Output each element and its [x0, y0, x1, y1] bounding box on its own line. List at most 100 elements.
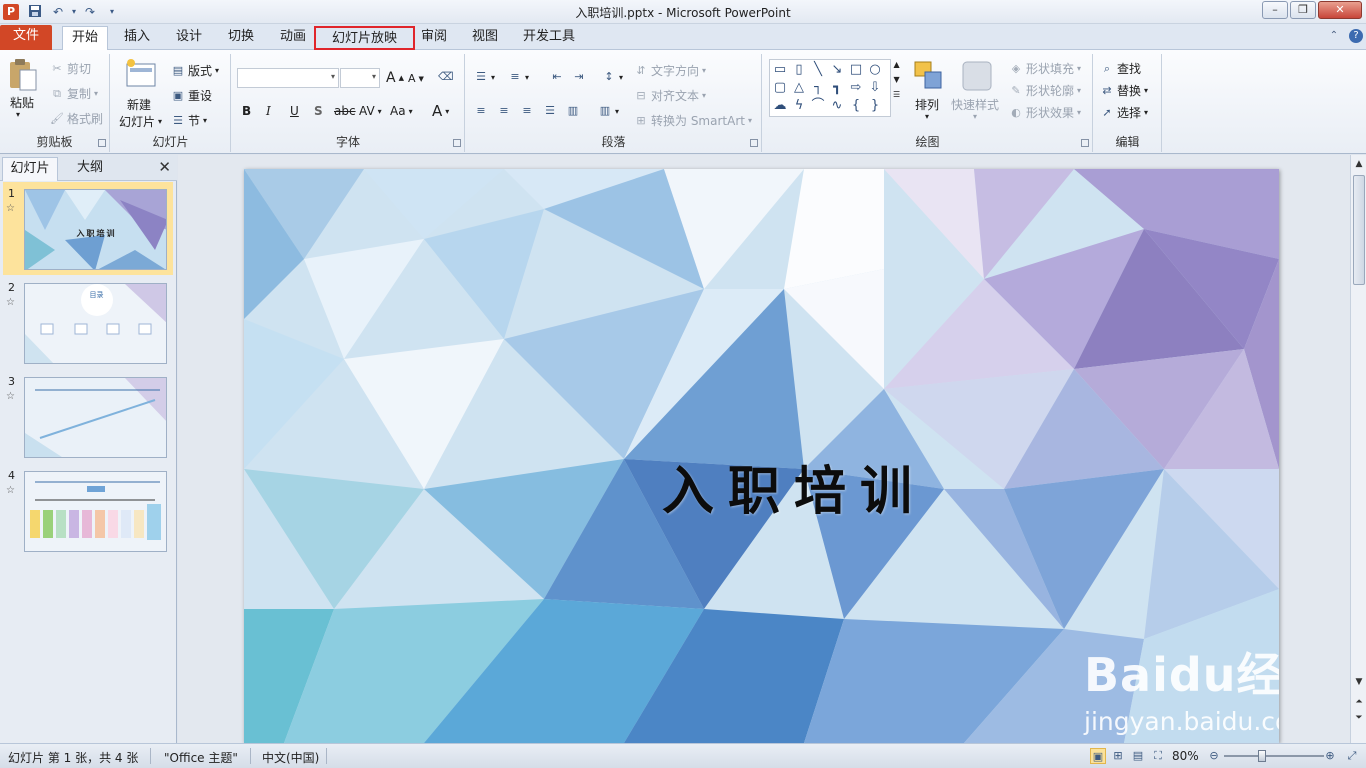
increase-indent-icon[interactable]: ⇥ — [572, 70, 586, 84]
layout-button[interactable]: ▤ 版式 ▾ — [171, 62, 219, 79]
quick-styles-icon[interactable] — [961, 60, 993, 92]
bold-button[interactable]: B — [242, 104, 251, 118]
tab-slideshow[interactable]: 幻灯片放映 — [314, 26, 415, 50]
bullets-button[interactable]: ☰ ▾ — [474, 70, 495, 84]
slide-canvas[interactable]: 入职培训 Baidu经验 jingyan.baidu.com — [244, 169, 1279, 743]
numbering-button[interactable]: ≡ ▾ — [508, 70, 529, 84]
close-pane-icon[interactable]: ✕ — [158, 158, 171, 176]
shape-outline-button[interactable]: ✎ 形状轮廓 ▾ — [1009, 82, 1081, 99]
oval-shape-icon[interactable]: ○ — [867, 62, 883, 78]
change-case-button[interactable]: Aa ▾ — [390, 104, 413, 118]
underline-button[interactable]: U — [290, 104, 299, 118]
arrow-line-shape-icon[interactable]: ↘ — [829, 62, 845, 78]
next-slide-icon[interactable]: ⏷ — [1352, 711, 1366, 725]
close-button[interactable]: ✕ — [1318, 1, 1362, 19]
paste-dropdown-icon[interactable]: ▾ — [16, 110, 20, 119]
scroll-thumb[interactable] — [1353, 175, 1365, 285]
slide-thumbnail-4[interactable] — [24, 471, 167, 552]
line-spacing-button[interactable]: ↕ ▾ — [602, 70, 623, 84]
new-slide-icon[interactable] — [125, 58, 157, 90]
paragraph-launcher-icon[interactable] — [750, 139, 758, 147]
zoom-slider-knob[interactable] — [1258, 750, 1266, 762]
align-right-icon[interactable]: ≡ — [520, 104, 534, 118]
shape-fill-button[interactable]: ◈ 形状填充 ▾ — [1009, 60, 1081, 77]
tab-slides-pane[interactable]: 幻灯片 — [2, 157, 58, 181]
section-button[interactable]: ☰ 节 ▾ — [171, 112, 207, 129]
tab-file[interactable]: 文件 — [0, 25, 52, 50]
help-icon[interactable]: ? — [1349, 29, 1363, 43]
quick-styles-dropdown-icon[interactable]: ▾ — [973, 112, 977, 121]
scroll-down-icon[interactable]: ▼ — [1352, 675, 1366, 689]
columns-button[interactable]: ▥ ▾ — [598, 104, 619, 118]
distributed-icon[interactable]: ▥ — [566, 104, 580, 118]
decrease-indent-icon[interactable]: ⇤ — [550, 70, 564, 84]
new-slide-button[interactable]: 新建 — [127, 96, 151, 113]
cloud-shape-icon[interactable]: ☁ — [772, 98, 788, 114]
lightning-shape-icon[interactable]: ϟ — [791, 98, 807, 114]
tab-developer[interactable]: 开发工具 — [516, 26, 582, 50]
language-status[interactable]: 中文(中国) — [262, 749, 319, 766]
vertical-scrollbar[interactable]: ▲ ▼ ⏶ ⏷ — [1350, 155, 1366, 743]
triangle-shape-icon[interactable]: △ — [791, 80, 807, 96]
elbow-connector-shape-icon[interactable]: ┐ — [810, 80, 826, 96]
vertical-textbox-shape-icon[interactable]: ▯ — [791, 62, 807, 78]
down-arrow-shape-icon[interactable]: ⇩ — [867, 80, 883, 96]
tab-transitions[interactable]: 切换 — [220, 26, 262, 50]
format-painter-button[interactable]: 🖌 格式刷 — [50, 110, 103, 127]
strikethrough-button[interactable]: abc — [334, 104, 356, 118]
line-shape-icon[interactable]: ╲ — [810, 62, 826, 78]
clipboard-launcher-icon[interactable] — [98, 139, 106, 147]
slideshow-view-icon[interactable]: ⛶ — [1150, 748, 1166, 764]
arrange-button[interactable]: 排列 — [915, 96, 939, 113]
italic-button[interactable]: I — [266, 104, 271, 118]
rounded-rect-shape-icon[interactable]: ▢ — [772, 80, 788, 96]
justify-icon[interactable]: ☰ — [543, 104, 557, 118]
shapes-gallery-scroll[interactable]: ▲ ▼ ☰ — [893, 60, 900, 99]
font-name-combo[interactable]: ▾ — [237, 68, 339, 88]
font-color-button[interactable]: A ▾ — [432, 102, 449, 120]
arrange-icon[interactable] — [913, 60, 945, 92]
align-text-button[interactable]: ⊟ 对齐文本 ▾ — [634, 87, 706, 104]
font-launcher-icon[interactable] — [453, 139, 461, 147]
tab-outline-pane[interactable]: 大纲 — [62, 157, 118, 181]
curve-shape-icon[interactable]: ∿ — [829, 98, 845, 114]
tab-insert[interactable]: 插入 — [116, 26, 158, 50]
shape-effects-button[interactable]: ◐ 形状效果 ▾ — [1009, 104, 1081, 121]
align-left-icon[interactable]: ≡ — [474, 104, 488, 118]
grow-font-button[interactable]: A ▲ — [386, 70, 404, 86]
drawing-launcher-icon[interactable] — [1081, 139, 1089, 147]
select-button[interactable]: ➚ 选择 ▾ — [1100, 104, 1148, 121]
fit-to-window-icon[interactable]: ⤢ — [1344, 748, 1360, 764]
copy-button[interactable]: ⧉ 复制 ▾ — [50, 85, 98, 102]
tab-animations[interactable]: 动画 — [272, 26, 314, 50]
slide-thumbnail-3[interactable] — [24, 377, 167, 458]
restore-button[interactable]: ❐ — [1290, 1, 1316, 19]
paste-icon[interactable] — [8, 58, 40, 91]
slide-title[interactable]: 入职培训 — [244, 449, 1279, 524]
slide-sorter-icon[interactable]: ⊞ — [1110, 748, 1126, 764]
tab-view[interactable]: 视图 — [465, 26, 505, 50]
quick-styles-button[interactable]: 快速样式 — [951, 96, 999, 113]
zoom-out-icon[interactable]: ⊖ — [1206, 748, 1222, 764]
shapes-gallery[interactable]: ▭ ▯ ╲ ↘ □ ○ ▢ △ ┐ ┓ ⇨ ⇩ ☁ ϟ ⌒ ∿ { } — [769, 59, 891, 117]
zoom-in-icon[interactable]: ⊕ — [1322, 748, 1338, 764]
clear-formatting-icon[interactable]: ⌫ — [438, 70, 454, 84]
text-shadow-button[interactable]: S — [314, 104, 323, 118]
tab-home[interactable]: 开始 — [62, 26, 108, 50]
tab-design[interactable]: 设计 — [168, 26, 210, 50]
paste-button[interactable]: 粘贴 — [10, 94, 34, 111]
slide-thumbnail-2[interactable]: 目录 — [24, 283, 167, 364]
textbox-shape-icon[interactable]: ▭ — [772, 62, 788, 78]
elbow-arrow-shape-icon[interactable]: ┓ — [829, 80, 845, 96]
arc-shape-icon[interactable]: ⌒ — [810, 98, 826, 114]
find-button[interactable]: ⌕ 查找 — [1100, 60, 1141, 77]
left-brace-shape-icon[interactable]: { — [848, 98, 864, 114]
char-spacing-button[interactable]: AV ▾ — [359, 104, 382, 118]
new-slide-dropdown[interactable]: 幻灯片 ▾ — [119, 113, 162, 130]
zoom-level[interactable]: 80% — [1172, 749, 1199, 763]
replace-button[interactable]: ⇄ 替换 ▾ — [1100, 82, 1148, 99]
theme-status[interactable]: "Office 主题" — [164, 749, 238, 766]
convert-smartart-button[interactable]: ⊞ 转换为 SmartArt ▾ — [634, 112, 752, 129]
reading-view-icon[interactable]: ▤ — [1130, 748, 1146, 764]
font-size-combo[interactable]: ▾ — [340, 68, 380, 88]
